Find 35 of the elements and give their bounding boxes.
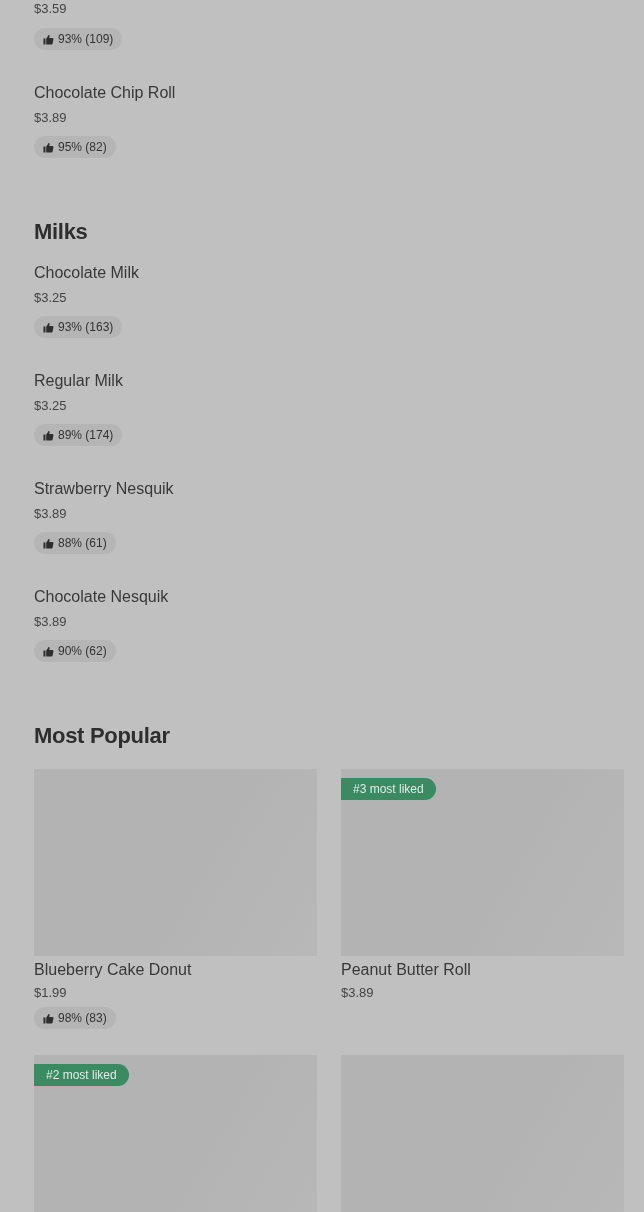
item-price: $3.25 bbox=[34, 397, 67, 415]
thumbs-up-icon bbox=[43, 321, 54, 333]
item-price: $1.99 bbox=[34, 984, 67, 1002]
section-heading: Milks bbox=[34, 218, 89, 246]
rating-text: 95% (82) bbox=[58, 140, 107, 154]
thumbs-up-icon bbox=[43, 33, 54, 45]
item-name[interactable]: Blueberry Cake Donut bbox=[34, 960, 192, 980]
most-liked-badge: #2 most liked bbox=[34, 1064, 129, 1086]
rating-text: 88% (61) bbox=[58, 536, 107, 550]
item-name[interactable]: Strawberry Nesquik bbox=[34, 479, 174, 499]
item-price: $3.89 bbox=[34, 505, 67, 523]
item-price: $3.25 bbox=[34, 289, 67, 307]
thumbs-up-icon bbox=[43, 645, 54, 657]
item-price: $3.59 bbox=[34, 0, 67, 18]
rating-text: 98% (83) bbox=[58, 1011, 107, 1025]
item-name[interactable]: Chocolate Milk bbox=[34, 263, 139, 283]
item-name[interactable]: Regular Milk bbox=[34, 371, 123, 391]
section-heading: Most Popular bbox=[34, 722, 171, 750]
thumbs-up-icon bbox=[43, 1012, 54, 1024]
rating-text: 93% (163) bbox=[58, 320, 114, 334]
item-name[interactable]: Chocolate Chip Roll bbox=[34, 83, 176, 103]
thumbs-up-icon bbox=[43, 537, 54, 549]
rating-text: 93% (109) bbox=[58, 32, 114, 46]
thumbs-up-icon bbox=[43, 141, 54, 153]
item-price: $3.89 bbox=[341, 984, 374, 1002]
item-price: $3.89 bbox=[34, 109, 67, 127]
item-name[interactable]: Peanut Butter Roll bbox=[341, 960, 471, 980]
image-placeholder[interactable] bbox=[34, 1055, 317, 1212]
thumbs-up-icon bbox=[43, 429, 54, 441]
item-name[interactable]: Chocolate Nesquik bbox=[34, 587, 169, 607]
image-placeholder[interactable] bbox=[341, 769, 624, 956]
item-price: $3.89 bbox=[34, 613, 67, 631]
rating-text: 89% (174) bbox=[58, 428, 114, 442]
rating-text: 90% (62) bbox=[58, 644, 107, 658]
most-liked-badge: #3 most liked bbox=[341, 778, 436, 800]
